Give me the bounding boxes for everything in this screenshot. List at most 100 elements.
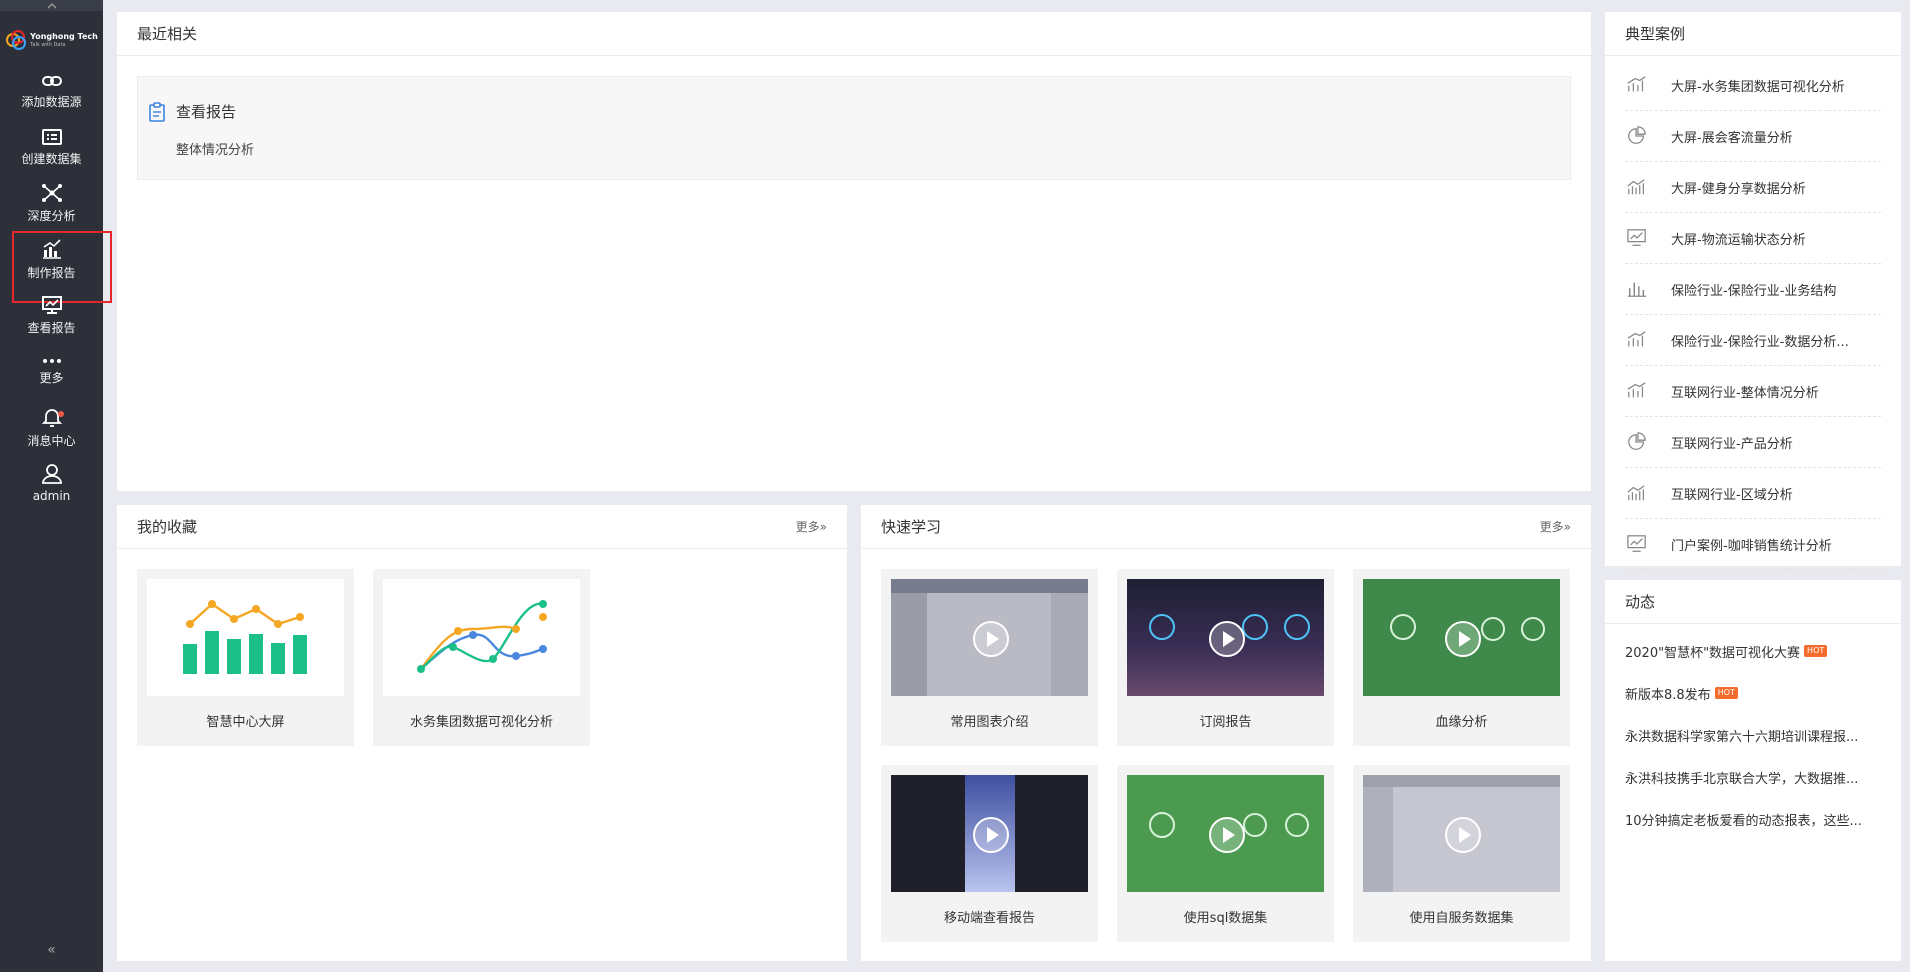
trend-icon — [1627, 76, 1646, 92]
learn-panel: 快速学习 更多» 常用图表介绍 订阅报告 血缘分析 移动端查看报告 使用sql数… — [861, 505, 1591, 961]
play-icon[interactable] — [1209, 817, 1245, 853]
news-list: 2020"智慧杯"数据可视化大赛 HOT 新版本8.8发布 HOT 永洪数据科学家第六十… — [1605, 624, 1901, 840]
panel-title: 动态 — [1625, 593, 1656, 611]
news-label: 10分钟搞定老板爱看的动态报表，这些... — [1625, 813, 1862, 829]
news-item[interactable]: 新版本8.8发布 HOT — [1605, 672, 1901, 714]
cases-panel-header: 典型案例 — [1605, 12, 1901, 56]
bar-line-icon — [1627, 179, 1645, 195]
video-card[interactable]: 订阅报告 — [1117, 569, 1334, 746]
hot-badge: HOT — [1714, 687, 1738, 699]
logo-rings-icon — [6, 30, 27, 50]
video-caption: 使用sql数据集 — [1183, 911, 1268, 926]
news-item[interactable]: 永洪科技携手北京联合大学，大数据推... — [1605, 756, 1901, 798]
sidebar: Yonghong Tech Talk with Data 添加数据源 创建数据集… — [0, 0, 112, 972]
play-icon[interactable] — [1445, 817, 1481, 853]
video-card[interactable]: 移动端查看报告 — [881, 765, 1098, 942]
video-caption: 移动端查看报告 — [943, 911, 1035, 926]
case-item[interactable]: 互联网行业-产品分析 — [1625, 417, 1881, 468]
nav-label: 添加数据源 — [21, 94, 82, 109]
trend-icon — [1627, 331, 1646, 347]
news-label: 新版本8.8发布 — [1625, 687, 1711, 703]
video-caption: 常用图表介绍 — [950, 715, 1029, 730]
collapse-sidebar-button[interactable]: « — [0, 942, 103, 958]
more-icon — [42, 358, 61, 363]
case-label: 大屏-展会客流量分析 — [1671, 130, 1793, 146]
nav-create-dataset[interactable]: 创建数据集 — [0, 119, 103, 175]
case-label: 大屏-水务集团数据可视化分析 — [1671, 79, 1845, 95]
logo[interactable]: Yonghong Tech Talk with Data — [0, 11, 103, 63]
trend-icon — [1627, 382, 1646, 398]
video-caption: 订阅报告 — [1199, 715, 1252, 730]
news-label: 永洪科技携手北京联合大学，大数据推... — [1625, 771, 1859, 787]
nav-label: 更多 — [39, 370, 64, 385]
favorite-card[interactable]: 智慧中心大屏 — [137, 569, 354, 746]
case-item[interactable]: 大屏-展会客流量分析 — [1625, 111, 1881, 162]
case-item[interactable]: 大屏-物流运输状态分析 — [1625, 213, 1881, 264]
news-label: 永洪数据科学家第六十六期培训课程报... — [1625, 729, 1859, 745]
nav-deep-analysis[interactable]: 深度分析 — [0, 175, 103, 231]
nav-label: 制作报告 — [27, 265, 76, 280]
video-caption: 使用自服务数据集 — [1409, 911, 1514, 926]
nav-user-admin[interactable]: admin — [0, 455, 103, 511]
favorite-thumbnail — [383, 579, 580, 696]
case-item[interactable]: 大屏-水务集团数据可视化分析 — [1625, 60, 1881, 111]
favorite-thumbnail — [147, 579, 344, 696]
case-item[interactable]: 互联网行业-整体情况分析 — [1625, 366, 1881, 417]
cases-panel: 典型案例 大屏-水务集团数据可视化分析 大屏-展会客流量分析大屏-健身分享数据分析… — [1605, 12, 1901, 570]
learn-panel-header: 快速学习 更多» — [861, 505, 1591, 549]
video-thumbnail — [1127, 579, 1324, 696]
pie-icon — [1628, 432, 1646, 450]
recent-group-title: 查看报告 — [176, 103, 237, 121]
news-item[interactable]: 永洪数据科学家第六十六期培训课程报... — [1605, 714, 1901, 756]
nav-label: 查看报告 — [27, 320, 76, 335]
nav-make-report[interactable]: 制作报告 — [0, 231, 112, 303]
logo-name: Yonghong Tech — [30, 31, 98, 41]
video-thumbnail — [891, 579, 1088, 696]
logo-tagline: Talk with Data — [30, 41, 66, 48]
case-item[interactable]: 保险行业-保险行业-业务结构 — [1625, 264, 1881, 315]
nav-add-datasource[interactable]: 添加数据源 — [0, 63, 103, 119]
video-card[interactable]: 使用自服务数据集 — [1353, 765, 1570, 942]
recent-panel: 最近相关 查看报告 整体情况分析 — [117, 12, 1591, 491]
news-panel-header: 动态 — [1605, 580, 1901, 624]
play-icon[interactable] — [973, 817, 1009, 853]
case-item[interactable]: 互联网行业-区域分析 — [1625, 468, 1881, 519]
hot-badge: HOT — [1804, 645, 1828, 657]
favorites-more-link[interactable]: 更多» — [796, 518, 827, 535]
case-item[interactable]: 大屏-健身分享数据分析 — [1625, 162, 1881, 213]
nav-label: 消息中心 — [27, 433, 76, 448]
news-item[interactable]: 10分钟搞定老板爱看的动态报表，这些... — [1605, 798, 1901, 840]
monitor-chart-icon — [1627, 535, 1646, 552]
video-card[interactable]: 血缘分析 — [1353, 569, 1570, 746]
recent-item-link[interactable]: 整体情况分析 — [176, 139, 254, 158]
nav-label: 深度分析 — [27, 208, 76, 223]
nav-message-center[interactable]: 消息中心 — [0, 399, 103, 455]
pie-icon — [1628, 126, 1646, 144]
bar-icon — [1627, 282, 1647, 297]
play-icon[interactable] — [1445, 621, 1481, 657]
bar-line-chart-thumbnail-icon — [183, 600, 307, 674]
favorite-card[interactable]: 水务集团数据可视化分析 — [373, 569, 590, 746]
learn-more-link[interactable]: 更多» — [1540, 518, 1571, 535]
case-item[interactable]: 保险行业-保险行业-数据分析... — [1625, 315, 1881, 366]
play-icon[interactable] — [1209, 621, 1245, 657]
news-panel: 动态 2020"智慧杯"数据可视化大赛 HOT 新版本8.8发布 HOT 永洪数据科学家… — [1605, 580, 1901, 961]
monitor-chart-icon — [1627, 229, 1646, 246]
video-card[interactable]: 常用图表介绍 — [881, 569, 1098, 746]
dataset-icon — [41, 128, 62, 145]
network-icon — [41, 183, 62, 202]
case-label: 保险行业-保险行业-业务结构 — [1671, 283, 1837, 299]
nav-view-report[interactable]: 查看报告 — [0, 287, 103, 343]
link-icon — [41, 75, 62, 86]
video-card[interactable]: 使用sql数据集 — [1117, 765, 1334, 942]
case-item[interactable]: 门户案例-咖啡销售统计分析 — [1625, 519, 1881, 570]
video-thumbnail — [1127, 775, 1324, 892]
view-report-icon — [41, 295, 62, 314]
panel-title: 快速学习 — [881, 518, 942, 536]
clipboard-icon — [149, 101, 165, 122]
nav-more[interactable]: 更多 — [0, 343, 103, 399]
scroll-up-button[interactable] — [0, 0, 103, 11]
news-item[interactable]: 2020"智慧杯"数据可视化大赛 HOT — [1605, 630, 1901, 672]
play-icon[interactable] — [973, 621, 1009, 657]
case-list: 大屏-水务集团数据可视化分析 大屏-展会客流量分析大屏-健身分享数据分析 大屏-物流… — [1605, 56, 1901, 570]
